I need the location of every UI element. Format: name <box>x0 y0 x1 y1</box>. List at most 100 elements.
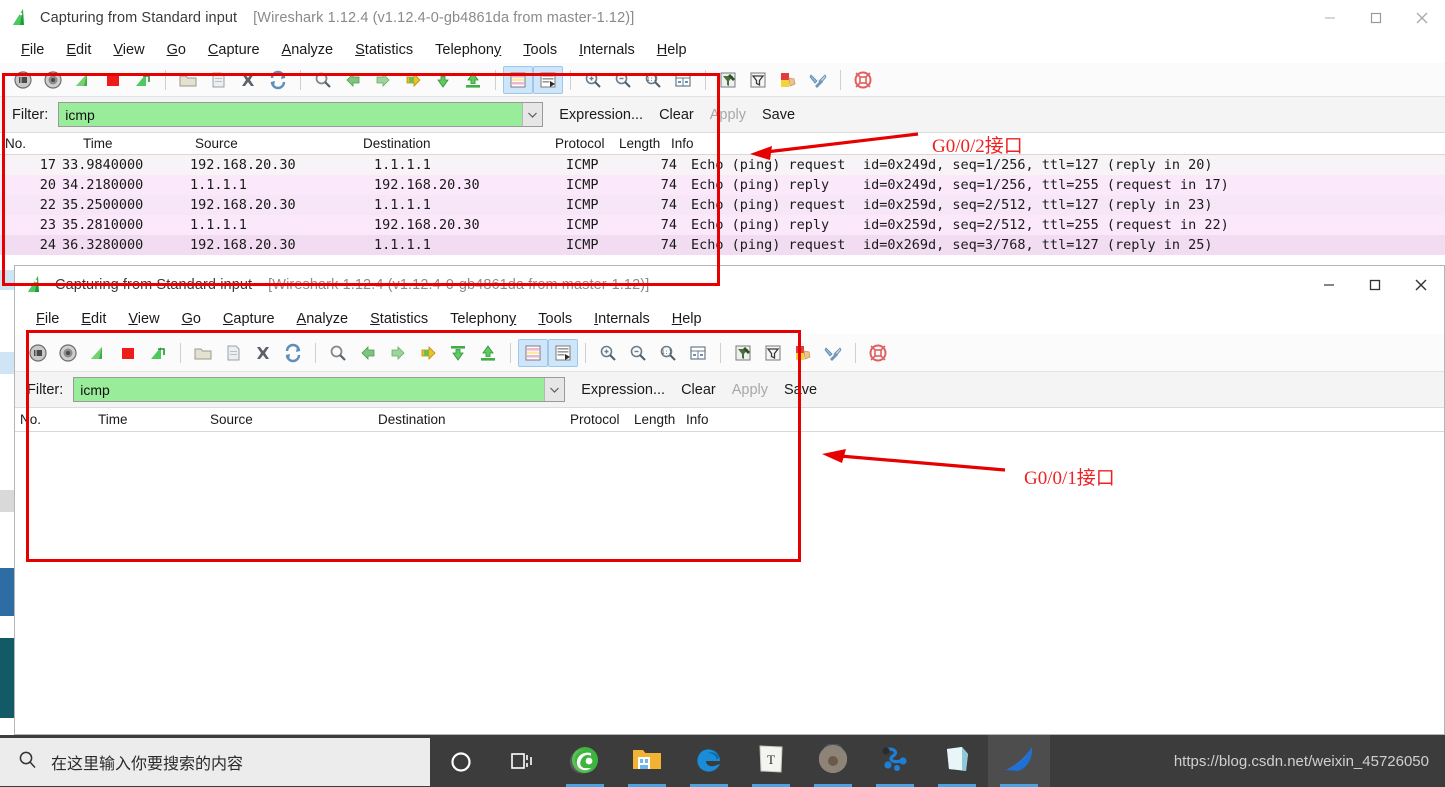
stop-capture-icon[interactable] <box>98 66 128 94</box>
window1-titlebar[interactable]: Capturing from Standard input [Wireshark… <box>0 0 1445 36</box>
edge-browser-icon[interactable] <box>678 735 740 787</box>
menu-tools[interactable]: Tools <box>527 309 583 329</box>
go-forward-icon[interactable] <box>383 339 413 367</box>
go-to-packet-icon[interactable] <box>398 66 428 94</box>
user-photo-icon[interactable] <box>802 735 864 787</box>
zoom-out-icon[interactable] <box>608 66 638 94</box>
menu-telephony[interactable]: Telephony <box>424 40 512 60</box>
filter-input[interactable] <box>74 378 545 401</box>
menu-view[interactable]: View <box>117 309 170 329</box>
restart-capture-icon[interactable] <box>68 66 98 94</box>
capture-options-icon[interactable] <box>53 339 83 367</box>
virtualbox-icon[interactable] <box>926 735 988 787</box>
ensp-icon[interactable] <box>864 735 926 787</box>
menu-internals[interactable]: Internals <box>568 40 646 60</box>
menu-analyze[interactable]: Analyze <box>286 309 360 329</box>
go-to-packet-icon[interactable] <box>413 339 443 367</box>
table-row[interactable]: 17 33.9840000 192.168.20.30 1.1.1.1 ICMP… <box>0 155 1445 175</box>
open-file-icon[interactable] <box>188 339 218 367</box>
preferences-icon[interactable] <box>818 339 848 367</box>
column-header-destination[interactable]: Destination <box>373 412 565 427</box>
menu-go[interactable]: Go <box>156 40 197 60</box>
zoom-in-icon[interactable] <box>593 339 623 367</box>
table-row[interactable]: 22 35.2500000 192.168.20.30 1.1.1.1 ICMP… <box>0 195 1445 215</box>
window1-packet-list[interactable]: 17 33.9840000 192.168.20.30 1.1.1.1 ICMP… <box>0 155 1445 255</box>
capture-options-icon[interactable] <box>38 66 68 94</box>
colorize-packet-list-icon[interactable] <box>518 338 548 367</box>
window1-close-button[interactable] <box>1399 0 1445 36</box>
column-header-length[interactable]: Length <box>614 136 666 151</box>
column-header-no[interactable]: No. <box>0 136 78 151</box>
window2-maximize-button[interactable] <box>1352 266 1398 304</box>
zoom-reset-icon[interactable]: 1:1 <box>653 339 683 367</box>
reload-icon[interactable] <box>263 66 293 94</box>
go-back-icon[interactable] <box>338 66 368 94</box>
capture-filters-icon[interactable] <box>713 66 743 94</box>
task-view-icon[interactable] <box>492 735 554 787</box>
window2-close-button[interactable] <box>1398 266 1444 304</box>
table-row[interactable]: 24 36.3280000 192.168.20.30 1.1.1.1 ICMP… <box>0 235 1445 255</box>
window1-minimize-button[interactable] <box>1307 0 1353 36</box>
menu-go[interactable]: Go <box>171 309 212 329</box>
zoom-in-icon[interactable] <box>578 66 608 94</box>
column-header-info[interactable]: Info <box>681 412 1444 427</box>
360-browser-icon[interactable] <box>554 735 616 787</box>
go-back-icon[interactable] <box>353 339 383 367</box>
file-explorer-icon[interactable] <box>616 735 678 787</box>
table-row[interactable]: 23 35.2810000 1.1.1.1 192.168.20.30 ICMP… <box>0 215 1445 235</box>
column-header-destination[interactable]: Destination <box>358 136 550 151</box>
zoom-reset-icon[interactable]: 1:1 <box>638 66 668 94</box>
display-filters-icon[interactable] <box>743 66 773 94</box>
go-forward-icon[interactable] <box>368 66 398 94</box>
start-capture-icon[interactable] <box>8 66 38 94</box>
column-header-time[interactable]: Time <box>78 136 190 151</box>
help-icon[interactable] <box>848 66 878 94</box>
find-packet-icon[interactable] <box>308 66 338 94</box>
menu-edit[interactable]: Edit <box>70 309 117 329</box>
window2-packet-list-empty[interactable] <box>15 432 1444 732</box>
open-file-icon[interactable] <box>173 66 203 94</box>
help-icon[interactable] <box>863 339 893 367</box>
go-to-first-packet-icon[interactable] <box>428 66 458 94</box>
menu-capture[interactable]: Capture <box>212 309 286 329</box>
capture-interfaces-icon[interactable] <box>143 339 173 367</box>
coloring-rules-icon[interactable] <box>773 66 803 94</box>
display-filters-icon[interactable] <box>758 339 788 367</box>
column-header-protocol[interactable]: Protocol <box>550 136 614 151</box>
find-packet-icon[interactable] <box>323 339 353 367</box>
close-file-icon[interactable] <box>248 339 278 367</box>
colorize-packet-list-icon[interactable] <box>503 65 533 94</box>
filter-clear-button[interactable]: Clear <box>659 107 694 123</box>
text-editor-icon[interactable]: T <box>740 735 802 787</box>
menu-help[interactable]: Help <box>646 40 698 60</box>
menu-file[interactable]: File <box>25 309 70 329</box>
filter-save-button[interactable]: Save <box>762 107 795 123</box>
filter-save-button[interactable]: Save <box>784 382 817 398</box>
menu-statistics[interactable]: Statistics <box>359 309 439 329</box>
menu-statistics[interactable]: Statistics <box>344 40 424 60</box>
filter-dropdown-button[interactable] <box>522 103 543 126</box>
menu-help[interactable]: Help <box>661 309 713 329</box>
reload-icon[interactable] <box>278 339 308 367</box>
column-header-length[interactable]: Length <box>629 412 681 427</box>
save-file-icon[interactable] <box>218 339 248 367</box>
table-row[interactable]: 20 34.2180000 1.1.1.1 192.168.20.30 ICMP… <box>0 175 1445 195</box>
stop-capture-icon[interactable] <box>113 339 143 367</box>
restart-capture-icon[interactable] <box>83 339 113 367</box>
column-header-info[interactable]: Info <box>666 136 1445 151</box>
menu-tools[interactable]: Tools <box>512 40 568 60</box>
go-to-first-packet-icon[interactable] <box>443 339 473 367</box>
auto-scroll-icon[interactable] <box>548 338 578 367</box>
capture-interfaces-icon[interactable] <box>128 66 158 94</box>
menu-internals[interactable]: Internals <box>583 309 661 329</box>
zoom-out-icon[interactable] <box>623 339 653 367</box>
menu-telephony[interactable]: Telephony <box>439 309 527 329</box>
filter-input[interactable] <box>59 103 523 126</box>
close-file-icon[interactable] <box>233 66 263 94</box>
menu-view[interactable]: View <box>102 40 155 60</box>
filter-expression-button[interactable]: Expression... <box>581 382 665 398</box>
capture-filters-icon[interactable] <box>728 339 758 367</box>
save-file-icon[interactable] <box>203 66 233 94</box>
auto-scroll-icon[interactable] <box>533 65 563 94</box>
start-capture-icon[interactable] <box>23 339 53 367</box>
